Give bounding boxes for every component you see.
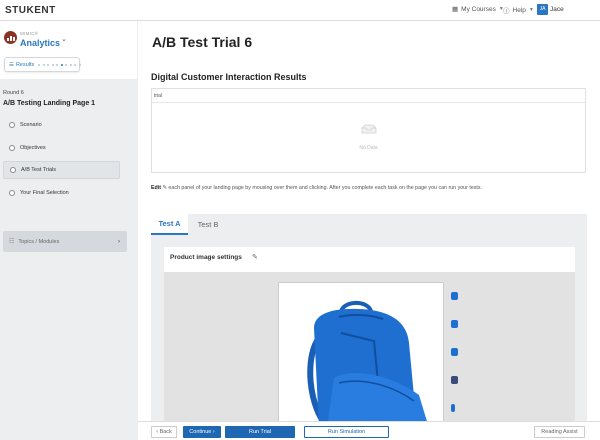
username[interactable]: Jace — [550, 6, 564, 13]
course-subtitle: MIMIC® — [20, 31, 39, 36]
results-button[interactable]: ☰ Results — [4, 57, 81, 72]
list-icon: ☰ — [9, 61, 14, 68]
edit-hint-text: each panel of your landing page by mousi… — [166, 185, 483, 191]
grid-icon: ▦ — [452, 6, 459, 13]
reading-assist-button[interactable]: Reading Assist — [534, 426, 585, 438]
sidebar-item-objectives[interactable]: Objectives — [3, 139, 120, 157]
round-title: A/B Testing Landing Page 1 — [3, 100, 96, 107]
my-courses-menu[interactable]: ▦ My Courses ▼ — [452, 5, 504, 14]
help-label: Help — [512, 6, 526, 14]
backpack-variant-icon[interactable] — [451, 348, 458, 356]
footer-bar: ‹ Back Continue › Run Trial Run Simulati… — [138, 421, 600, 440]
sidebar-item-label: Objectives — [20, 145, 46, 151]
status-circle-icon — [9, 190, 15, 196]
edit-hint-bold: Edit — [151, 185, 162, 191]
tab-test-b[interactable]: Test B — [193, 214, 223, 235]
hiker-variant-icon[interactable] — [451, 376, 458, 384]
topics-modules-button[interactable]: ☷ Topics / Modules › — [3, 231, 127, 252]
edit-instructions: Edit ✎ each panel of your landing page b… — [151, 185, 482, 191]
progress-dot — [42, 63, 45, 66]
image-canvas — [164, 272, 575, 428]
status-circle-icon — [9, 145, 15, 151]
progress-dot — [74, 63, 77, 66]
back-button[interactable]: ‹ Back — [151, 426, 177, 438]
backpack-variant-icon[interactable] — [451, 320, 458, 328]
sidebar-item-label: A/B Test Trials — [21, 167, 57, 173]
empty-inbox-icon — [361, 124, 377, 134]
sidebar-item-scenario[interactable]: Scenario — [3, 116, 120, 134]
help-icon: ⓘ — [503, 8, 510, 15]
sidebar-item-label: Scenario — [20, 122, 42, 128]
no-data-text: No Data — [359, 145, 378, 151]
results-header: trial — [152, 89, 585, 103]
results-table: trial No Data — [151, 88, 586, 173]
backpack-variant-icon[interactable] — [451, 292, 458, 300]
results-label: Results — [15, 61, 35, 68]
progress-dot — [38, 63, 41, 66]
avatar[interactable]: JA — [537, 4, 548, 15]
my-courses-label: My Courses — [461, 5, 496, 13]
progress-dot — [60, 63, 63, 66]
chevron-down-icon: ▼ — [528, 7, 534, 13]
chevron-right-icon: › — [118, 238, 120, 245]
test-tabs-area: Test A Test B Product image settings ✎ — [151, 214, 587, 428]
course-name[interactable]: Analytics — [20, 38, 60, 48]
analytics-chart-icon — [4, 31, 17, 44]
top-bar: STUKENT ▦ My Courses ▼ ⓘ Help ▼ JA Jace — [0, 0, 600, 21]
tab-test-a[interactable]: Test A — [151, 214, 188, 235]
status-circle-icon — [9, 122, 15, 128]
product-image-panel[interactable]: Product image settings ✎ — [164, 247, 575, 428]
progress-dot — [47, 63, 50, 66]
section-title: Digital Customer Interaction Results — [151, 72, 307, 82]
stukent-logo[interactable]: STUKENT — [5, 5, 56, 16]
sidebar-item-label: Your Final Selection — [20, 190, 69, 196]
sidebar: MIMIC® Analytics ⌄ ☰ Results Round 6 A/B… — [0, 21, 137, 440]
page-title: A/B Test Trial 6 — [152, 34, 253, 50]
run-trial-button[interactable]: Run Trial — [225, 426, 295, 438]
progress-dot — [65, 63, 68, 66]
progress-dot — [56, 63, 59, 66]
progress-dot — [69, 63, 72, 66]
book-icon: ☷ — [9, 239, 15, 245]
continue-button[interactable]: Continue › — [183, 426, 221, 438]
status-circle-icon — [10, 167, 16, 173]
panel-title: Product image settings — [170, 254, 242, 261]
round-label: Round 6 — [3, 90, 24, 96]
help-menu[interactable]: ⓘ Help ▼ — [503, 5, 534, 16]
run-simulation-button[interactable]: Run Simulation — [304, 426, 389, 438]
hiker-variant-icon[interactable] — [451, 404, 455, 412]
product-image-frame[interactable] — [278, 282, 444, 428]
topics-label: Topics / Modules — [18, 238, 60, 245]
main-content: A/B Test Trial 6 Digital Customer Intera… — [138, 21, 600, 428]
chevron-down-icon[interactable]: ⌄ — [61, 35, 67, 43]
course-header: MIMIC® Analytics ⌄ ☰ Results — [0, 21, 137, 79]
sidebar-item-final-selection[interactable]: Your Final Selection — [3, 184, 120, 202]
backpack-image — [307, 301, 429, 428]
sidebar-item-ab-test-trials[interactable]: A/B Test Trials — [3, 161, 120, 179]
pencil-icon[interactable]: ✎ — [252, 253, 258, 261]
progress-dot — [78, 63, 81, 66]
progress-dots — [38, 63, 81, 66]
progress-dot — [51, 63, 54, 66]
